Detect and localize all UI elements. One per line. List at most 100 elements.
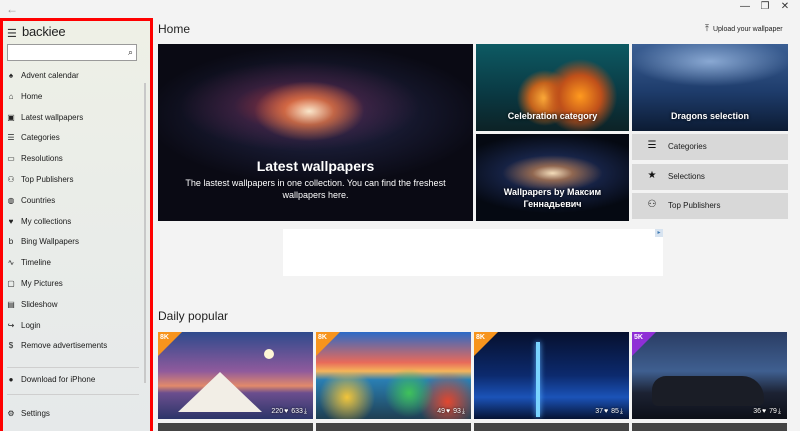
- car-shape: [652, 376, 764, 406]
- sidebar-item-label: Home: [21, 91, 43, 101]
- upload-label: Upload your wallpaper: [712, 26, 783, 33]
- sidebar-item-timeline[interactable]: ∿ Timeline: [0, 255, 147, 273]
- tree-icon: ♠: [8, 71, 14, 80]
- sidebar-item-label: Login: [21, 320, 41, 330]
- downloads-count: 633: [291, 408, 303, 415]
- wallpaper-card-next[interactable]: [632, 423, 787, 431]
- slideshow-icon: ▤: [7, 299, 15, 309]
- likes-count: 49: [437, 408, 445, 415]
- sidebar-item-label: Categories: [21, 133, 60, 143]
- celebration-category-tile[interactable]: Celebration category: [476, 44, 629, 131]
- sidebar-item-latest-wallpapers[interactable]: ▣ Latest wallpapers: [0, 110, 147, 128]
- ad-banner[interactable]: ▸: [283, 229, 663, 276]
- sidebar-item-remove-advertisements[interactable]: $ Remove advertisements: [0, 338, 147, 356]
- title-bar: ← — ❐ ✕: [0, 0, 800, 18]
- pictures-icon: ▢: [7, 279, 15, 288]
- resolution-badge: 8K: [316, 332, 340, 356]
- sidebar-item-advent-calendar[interactable]: ♠ Advent calendar: [0, 68, 147, 86]
- likes-count: 37: [595, 408, 603, 415]
- sidebar-item-label: Download for iPhone: [21, 375, 96, 384]
- nav-divider: [7, 367, 139, 368]
- back-arrow-icon[interactable]: ←: [6, 2, 18, 16]
- users-icon: ⚇: [7, 175, 15, 184]
- downloads-count: 93: [453, 408, 461, 415]
- sidebar-item-countries[interactable]: ◍ Countries: [0, 193, 147, 211]
- app-logo: backiee: [22, 24, 66, 39]
- sidebar: ☰ backiee ⌕ ♠ Advent calendar ⌂ Home ▣ Latest…: [0, 18, 150, 431]
- download-icon: ⤓: [619, 408, 623, 415]
- quick-link-label: Selections: [668, 171, 705, 181]
- sidebar-item-my-pictures[interactable]: ▢ My Pictures: [0, 276, 147, 294]
- quick-link-label: Categories: [668, 142, 707, 151]
- search-input[interactable]: [11, 46, 121, 59]
- likes-count: 36: [753, 408, 761, 415]
- downloads-count: 85: [611, 408, 619, 415]
- wallpaper-stats: 37♥ 85⤓: [594, 408, 623, 416]
- heart-icon: ♥: [761, 408, 767, 415]
- image-icon: ▣: [7, 112, 15, 122]
- downloads-count: 79: [769, 408, 777, 415]
- resolution-badge: 5K: [632, 332, 656, 356]
- publisher-tile[interactable]: Wallpapers by Максим Геннадьевич: [476, 134, 629, 221]
- sidebar-item-label: Resolutions: [21, 154, 63, 164]
- apple-icon: ●: [8, 375, 14, 384]
- tile-description: The lastest wallpapers in one collection…: [185, 178, 446, 200]
- wallpaper-card-next[interactable]: [316, 423, 471, 431]
- list-icon: ☰: [7, 133, 15, 143]
- sidebar-item-top-publishers[interactable]: ⚇ Top Publishers: [0, 172, 147, 190]
- latest-wallpapers-tile[interactable]: Latest wallpapers The lastest wallpapers…: [158, 44, 473, 221]
- heart-icon: ♥: [445, 408, 451, 415]
- search-box[interactable]: ⌕: [7, 44, 137, 61]
- sidebar-item-label: Top Publishers: [21, 175, 74, 184]
- dragons-selection-tile[interactable]: Dragons selection: [632, 44, 788, 131]
- search-icon[interactable]: ⌕: [128, 47, 133, 58]
- wallpaper-stats: 36♥ 79⤓: [752, 408, 781, 416]
- sidebar-scrollbar[interactable]: [144, 83, 146, 383]
- sidebar-item-label: Slideshow: [21, 299, 58, 309]
- download-icon: ⤓: [303, 408, 307, 415]
- heart-icon: ♥: [284, 408, 289, 415]
- wallpaper-stats: 49♥ 93⤓: [436, 408, 465, 416]
- download-icon: ⤓: [461, 408, 465, 415]
- sidebar-item-home[interactable]: ⌂ Home: [0, 89, 147, 107]
- upload-wallpaper-button[interactable]: ⤒ Upload your wallpaper: [705, 23, 783, 34]
- ad-choices-icon[interactable]: ▸: [655, 229, 663, 237]
- resolution-text: 5K: [634, 334, 643, 341]
- dollar-icon: $: [8, 341, 14, 351]
- quick-link-top-publishers[interactable]: ⚇ Top Publishers: [632, 193, 788, 219]
- nav-divider: [7, 394, 139, 395]
- resolution-badge: 8K: [158, 332, 182, 356]
- heart-icon: ♥: [603, 408, 609, 415]
- sidebar-item-bing-wallpapers[interactable]: b Bing Wallpapers: [0, 234, 147, 252]
- sidebar-item-settings[interactable]: ⚙ Settings: [0, 406, 147, 424]
- monitor-icon: ▭: [7, 154, 15, 164]
- mountain-shape: [178, 372, 262, 412]
- star-icon: ★: [647, 169, 657, 181]
- wallpaper-card[interactable]: 5K 36♥ 79⤓: [632, 332, 787, 419]
- hamburger-menu-icon[interactable]: ☰: [7, 27, 17, 40]
- quick-link-selections[interactable]: ★ Selections: [632, 163, 788, 190]
- bing-icon: b: [8, 237, 14, 247]
- wallpaper-card[interactable]: 8K 220♥ 633⤓: [158, 332, 313, 419]
- quick-link-label: Top Publishers: [668, 201, 721, 210]
- sidebar-item-label: My collections: [21, 216, 72, 226]
- sidebar-item-categories[interactable]: ☰ Categories: [0, 130, 147, 148]
- wallpaper-card[interactable]: 8K 37♥ 85⤓: [474, 332, 629, 419]
- list-icon: ☰: [647, 140, 657, 151]
- sidebar-item-resolutions[interactable]: ▭ Resolutions: [0, 151, 147, 169]
- sidebar-item-login[interactable]: ↪ Login: [0, 318, 147, 336]
- sidebar-item-download-iphone[interactable]: ● Download for iPhone: [0, 372, 147, 390]
- quick-link-categories[interactable]: ☰ Categories: [632, 134, 788, 160]
- sidebar-item-my-collections[interactable]: ♥ My collections: [0, 214, 147, 232]
- close-icon[interactable]: ✕: [770, 1, 800, 12]
- users-icon: ⚇: [647, 199, 657, 210]
- wallpaper-card-next[interactable]: [158, 423, 313, 431]
- tile-caption: Celebration category: [507, 111, 598, 121]
- sidebar-item-label: Settings: [21, 409, 50, 418]
- globe-icon: ◍: [7, 195, 15, 205]
- wallpaper-card-next[interactable]: [474, 423, 629, 431]
- wallpaper-card[interactable]: 8K 49♥ 93⤓: [316, 332, 471, 419]
- login-icon: ↪: [7, 320, 15, 330]
- sidebar-item-label: Countries: [21, 195, 56, 205]
- sidebar-item-slideshow[interactable]: ▤ Slideshow: [0, 297, 147, 315]
